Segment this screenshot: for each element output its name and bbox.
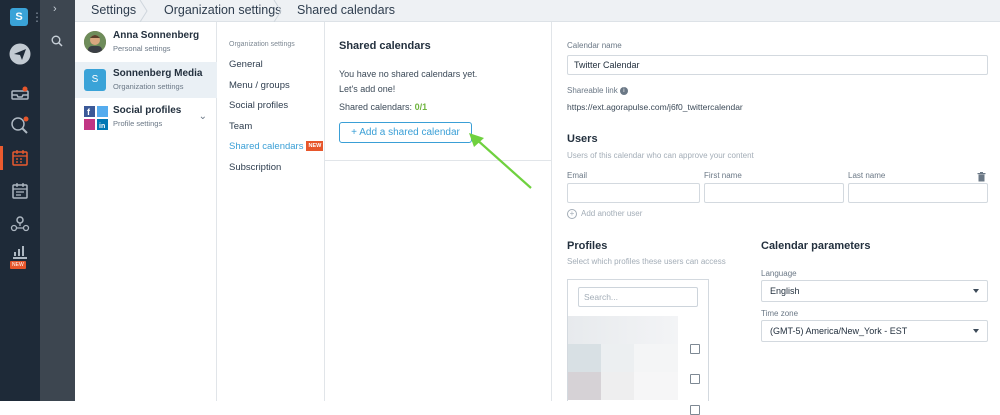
calendar-icon[interactable] (9, 147, 31, 169)
shareable-link-label-text: Shareable link (567, 86, 618, 95)
timezone-select[interactable]: (GMT-5) America/New_York - EST (761, 320, 988, 342)
email-field[interactable] (567, 183, 700, 203)
team-icon[interactable] (9, 213, 31, 235)
organization-avatar: S (84, 69, 106, 91)
menu-item-menu-groups[interactable]: Menu / groups (229, 80, 290, 91)
menu-item-shared-calendars[interactable]: Shared calendars NEW (229, 141, 324, 152)
account-subtitle: Profile settings (113, 119, 163, 128)
first-name-field[interactable] (704, 183, 844, 203)
paper-plane-icon[interactable] (9, 43, 31, 65)
app-rail: S ⋮ NEW (0, 0, 43, 401)
first-name-label: First name (704, 171, 742, 180)
calendar-parameters-heading: Calendar parameters (761, 240, 871, 252)
account-organization[interactable]: S Sonnenberg Media Organization settings (75, 62, 217, 98)
social-profile-avatars: f in (84, 106, 108, 130)
email-label: Email (567, 171, 588, 180)
profiles-list: Search... (567, 279, 709, 415)
shareable-link-value[interactable]: https://ext.agorapulse.com/j6f0_twitterc… (567, 102, 743, 112)
profile-row (568, 316, 678, 344)
calendar-name-field[interactable]: Twitter Calendar (567, 55, 988, 75)
timezone-label: Time zone (761, 309, 799, 318)
last-name-label: Last name (848, 171, 886, 180)
breadcrumb: Settings Organization settings Shared ca… (75, 0, 1000, 22)
active-indicator (0, 146, 3, 170)
breadcrumb-organization-settings[interactable]: Organization settings (164, 0, 281, 22)
add-another-user-label: Add another user (581, 209, 643, 219)
add-shared-calendar-button[interactable]: + Add a shared calendar (339, 122, 472, 143)
profile-checkbox[interactable] (690, 374, 700, 384)
timezone-value: (GMT-5) America/New_York - EST (770, 326, 908, 336)
users-heading: Users (567, 133, 598, 145)
breadcrumb-separator (139, 0, 148, 22)
chevron-right-icon: › (53, 3, 57, 15)
users-hint: Users of this calendar who can approve y… (567, 151, 754, 160)
breadcrumb-separator (273, 0, 282, 22)
menu-item-general[interactable]: General (229, 59, 263, 70)
calendar-count: Shared calendars: 0/1 (339, 102, 427, 112)
account-social-profiles[interactable]: f in Social profiles Profile settings ⌄ (75, 99, 217, 135)
language-value: English (770, 286, 800, 296)
organization-settings-menu: Organization settings General Menu / gro… (217, 22, 325, 401)
breadcrumb-shared-calendars: Shared calendars (297, 3, 395, 17)
count-value: 0/1 (414, 102, 428, 112)
annotation-arrow-icon (469, 133, 532, 189)
panel-title: Shared calendars (339, 40, 431, 52)
menu-item-social-profiles[interactable]: Social profiles (229, 100, 288, 111)
profile-checkbox[interactable] (690, 405, 700, 415)
menu-item-subscription[interactable]: Subscription (229, 162, 281, 173)
shareable-link-label: Shareable link i (567, 86, 628, 95)
profiles-hint: Select which profiles these users can ac… (567, 257, 726, 266)
add-another-user-link[interactable]: + Add another user (567, 209, 642, 219)
shared-calendars-panel: Shared calendars You have no shared cale… (325, 22, 552, 401)
profile-row (568, 344, 678, 372)
count-label: Shared calendars: (339, 102, 413, 112)
breadcrumb-settings[interactable]: Settings (91, 0, 136, 22)
listening-icon[interactable] (9, 114, 31, 136)
account-name: Social profiles (113, 105, 182, 116)
backdrop: › (40, 0, 75, 401)
chevron-down-icon[interactable]: ⌄ (199, 111, 207, 122)
reports-icon[interactable] (9, 240, 31, 262)
new-badge: NEW (306, 141, 324, 152)
account-subtitle: Organization settings (113, 82, 184, 91)
user-avatar (84, 31, 106, 53)
account-personal[interactable]: Anna Sonnenberg Personal settings (75, 24, 217, 60)
menu-item-label: Shared calendars (229, 141, 304, 152)
last-name-field[interactable] (848, 183, 988, 203)
calendar-detail-form: Calendar name Twitter Calendar Shareable… (552, 22, 1000, 415)
calendar-name-label: Calendar name (567, 41, 622, 50)
account-name: Sonnenberg Media (113, 68, 203, 79)
plus-circle-icon: + (567, 209, 577, 219)
caret-down-icon (973, 329, 979, 333)
profile-row (568, 372, 678, 400)
account-name: Anna Sonnenberg (113, 30, 200, 41)
account-list: Anna Sonnenberg Personal settings S Sonn… (75, 22, 217, 401)
language-label: Language (761, 269, 797, 278)
language-select[interactable]: English (761, 280, 988, 302)
empty-state-line: Let's add one! (339, 84, 396, 94)
caret-down-icon (973, 289, 979, 293)
search-icon (51, 34, 63, 52)
account-subtitle: Personal settings (113, 44, 171, 53)
svg-text:in: in (99, 123, 105, 130)
settings-modal: Settings Organization settings Shared ca… (75, 0, 1000, 415)
empty-state-line: You have no shared calendars yet. (339, 69, 478, 79)
menu-item-team[interactable]: Team (229, 121, 252, 132)
schedule-icon[interactable] (9, 180, 31, 202)
reports-new-badge: NEW (10, 261, 26, 269)
info-icon[interactable]: i (619, 86, 628, 95)
profile-checkbox[interactable] (690, 344, 700, 354)
workspace-switcher[interactable]: S (10, 8, 28, 26)
menu-heading: Organization settings (229, 41, 295, 48)
inbox-icon[interactable] (9, 82, 31, 104)
profiles-search-input[interactable]: Search... (578, 287, 698, 307)
profiles-heading: Profiles (567, 240, 608, 252)
empty-state: You have no shared calendars yet. Let's … (339, 67, 539, 97)
